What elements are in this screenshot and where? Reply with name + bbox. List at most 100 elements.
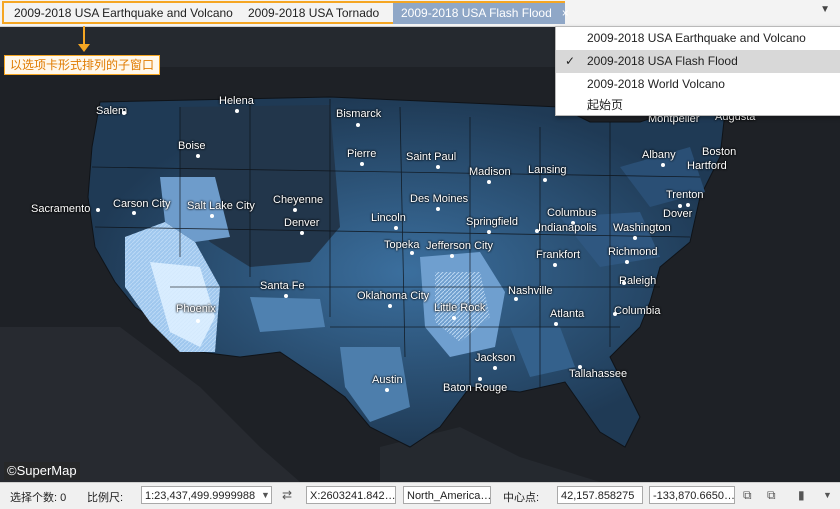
center-label: 中心点: xyxy=(503,492,540,504)
tab-list-dropdown-icon[interactable]: ▼ xyxy=(820,4,830,15)
city-label: Saint Paul xyxy=(406,151,457,163)
city-dot xyxy=(360,162,364,166)
city-label: Salt Lake City xyxy=(187,200,255,212)
city-label: Boston xyxy=(702,146,737,158)
city-label: Albany xyxy=(642,149,676,161)
city-dot xyxy=(553,263,557,267)
city-label: Columbia xyxy=(614,305,661,317)
copy-icon[interactable]: ⧉ xyxy=(743,488,752,503)
city-label: Little Rock xyxy=(434,302,486,314)
city-dot xyxy=(535,229,539,233)
city-label: Santa Fe xyxy=(260,280,305,292)
city-dot xyxy=(554,322,558,326)
city-dot xyxy=(661,163,665,167)
callout-arrow-head xyxy=(78,44,90,52)
tab-earthquake-volcano[interactable]: 2009-2018 USA Earthquake and Volcano xyxy=(6,3,241,24)
city-dot xyxy=(678,204,682,208)
paste-icon[interactable]: ⧉ xyxy=(767,488,776,503)
city-label: Baton Rouge xyxy=(443,382,508,394)
city-label: Richmond xyxy=(608,246,658,258)
status-bar: 选择个数: 0 比例尺: 1:23,437,499.9999988 ▼ ⇄ X:… xyxy=(0,482,840,509)
city-dot xyxy=(122,111,126,115)
menu-item-label: 起始页 xyxy=(587,98,624,112)
city-dot xyxy=(196,154,200,158)
city-dot xyxy=(235,109,239,113)
city-dot xyxy=(385,388,389,392)
city-dot xyxy=(394,226,398,230)
city-dot xyxy=(436,165,440,169)
selected-count: 选择个数: 0 xyxy=(10,492,67,504)
menu-item-label: 2009-2018 World Volcano xyxy=(587,77,725,91)
menu-item-flash-flood[interactable]: ✓ 2009-2018 USA Flash Flood xyxy=(556,50,840,73)
close-icon[interactable]: × xyxy=(562,6,569,20)
city-label: Oklahoma City xyxy=(357,290,430,302)
city-label: Helena xyxy=(219,95,254,107)
menu-item-world-volcano[interactable]: 2009-2018 World Volcano xyxy=(556,73,840,96)
book-icon[interactable]: ▮ xyxy=(798,488,805,502)
tab-flash-flood[interactable]: 2009-2018 USA Flash Flood × xyxy=(393,3,569,24)
document-tab-bar: 2009-2018 USA Earthquake and Volcano 200… xyxy=(0,0,840,27)
city-label: Pierre xyxy=(347,148,377,160)
city-dot xyxy=(543,178,547,182)
city-label: Indianapolis xyxy=(538,222,597,234)
center-y-value: -133,870.6650… xyxy=(653,490,735,502)
city-dot xyxy=(284,294,288,298)
city-dot xyxy=(625,260,629,264)
city-label: Trenton xyxy=(666,189,704,201)
x-coordinate-field: X:2603241.842… xyxy=(306,486,396,504)
city-label: Washington xyxy=(613,222,671,234)
tab-label: 2009-2018 USA Tornado xyxy=(248,6,380,20)
center-x-field[interactable]: 42,157.858275 xyxy=(557,486,643,504)
city-dot xyxy=(410,251,414,255)
city-dot xyxy=(196,319,200,323)
callout-arrow xyxy=(83,26,85,46)
city-dot xyxy=(514,297,518,301)
city-label: Sacramento xyxy=(31,203,91,215)
scale-combobox[interactable]: 1:23,437,499.9999988 xyxy=(141,486,272,504)
city-dot xyxy=(132,211,136,215)
menu-item-start-page[interactable]: 起始页 xyxy=(556,94,840,117)
chevron-down-icon[interactable]: ▼ xyxy=(823,490,832,500)
city-label: Topeka xyxy=(384,239,420,251)
menu-item-earthquake-volcano[interactable]: 2009-2018 USA Earthquake and Volcano xyxy=(556,27,840,50)
city-dot xyxy=(613,312,617,316)
city-dot xyxy=(633,236,637,240)
projection-value: North_America… xyxy=(407,490,491,502)
swap-icon[interactable]: ⇄ xyxy=(282,488,292,502)
city-dot xyxy=(293,208,297,212)
city-label: Nashville xyxy=(508,285,553,297)
city-label: Springfield xyxy=(466,216,518,228)
city-label: Jefferson City xyxy=(426,240,494,252)
scale-label: 比例尺: xyxy=(87,492,124,504)
copyright-label: ©SuperMap xyxy=(4,462,80,480)
city-dot xyxy=(493,366,497,370)
city-label: Denver xyxy=(284,217,320,229)
city-label: Lansing xyxy=(528,164,567,176)
city-dot xyxy=(487,230,491,234)
city-label: Bismarck xyxy=(336,108,382,120)
city-dot xyxy=(96,208,100,212)
city-dot xyxy=(356,123,360,127)
check-icon: ✓ xyxy=(565,54,576,68)
city-label: Frankfort xyxy=(536,249,581,261)
city-label: Cheyenne xyxy=(273,194,324,206)
city-label: Columbus xyxy=(547,207,597,219)
tab-tornado[interactable]: 2009-2018 USA Tornado xyxy=(240,3,387,24)
city-dot xyxy=(478,377,482,381)
city-dot xyxy=(452,316,456,320)
city-dot xyxy=(210,214,214,218)
city-label: Phoenix xyxy=(176,303,216,315)
city-label: Boise xyxy=(178,140,206,152)
city-label: Tallahassee xyxy=(569,368,628,380)
projection-field[interactable]: North_America… xyxy=(403,486,491,504)
city-label: Austin xyxy=(372,374,403,386)
window-list-menu: 2009-2018 USA Earthquake and Volcano ✓ 20… xyxy=(555,26,840,116)
center-y-field[interactable]: -133,870.6650… xyxy=(649,486,735,504)
chevron-down-icon[interactable]: ▼ xyxy=(261,490,270,500)
city-dot xyxy=(300,231,304,235)
city-label: Madison xyxy=(469,166,511,178)
menu-item-label: 2009-2018 USA Earthquake and Volcano xyxy=(587,31,806,45)
city-dot xyxy=(686,203,690,207)
city-dot xyxy=(487,180,491,184)
city-dot xyxy=(450,254,454,258)
